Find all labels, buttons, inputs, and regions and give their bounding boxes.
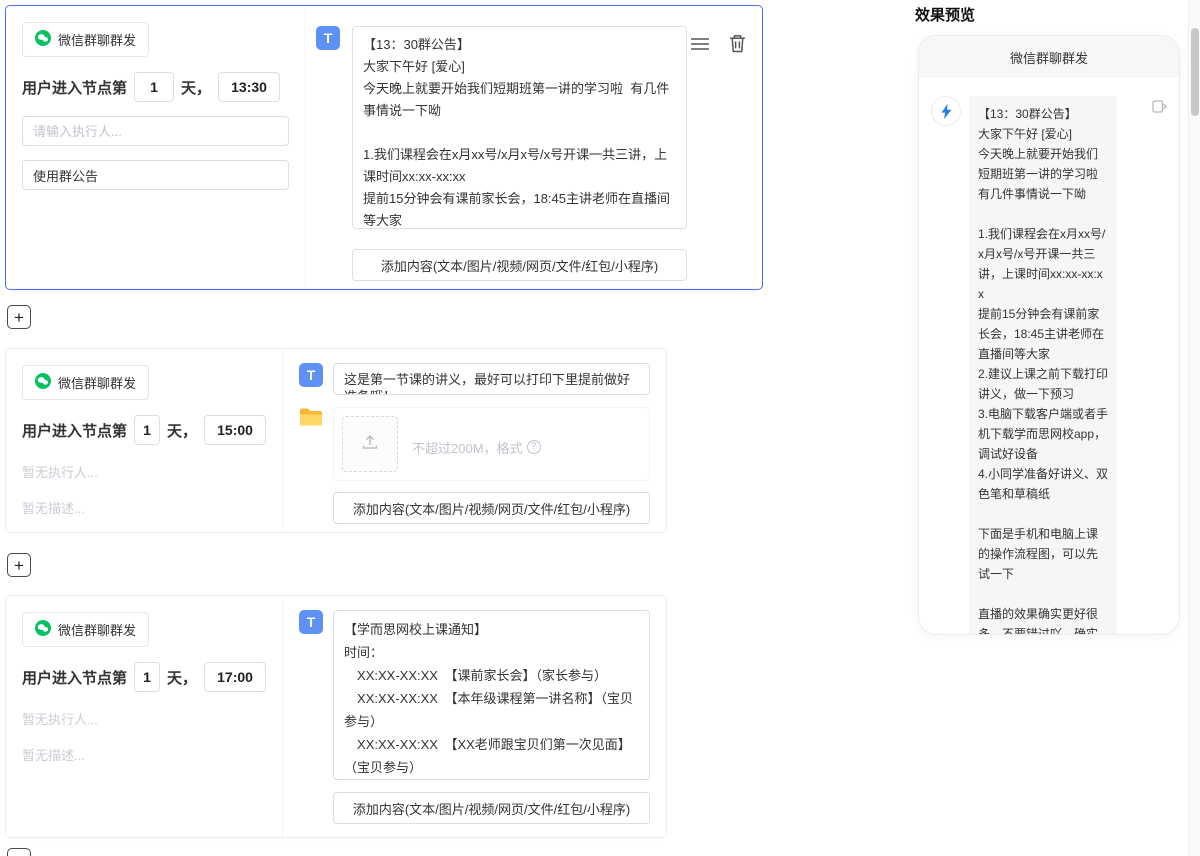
message-textarea[interactable]: 这是第一节课的讲义，最好可以打印下里提前做好准备哦！ [333,363,650,395]
add-content-button[interactable]: 添加内容(文本/图片/视频/网页/文件/红包/小程序) [333,492,650,524]
description-input[interactable] [22,160,289,190]
day-unit-label: 天， [167,420,197,441]
add-content-button[interactable]: 添加内容(文本/图片/视频/网页/文件/红包/小程序) [333,792,650,824]
folder-icon [299,407,323,433]
description-empty-text: 暂无描述... [22,498,266,517]
preview-message-bubble: 【13：30群公告】 大家下午好 [爱心] 今天晚上就要开始我们短期班第一讲的学… [969,96,1117,635]
channel-badge[interactable]: 微信群聊群发 [22,612,149,647]
brand-logo-icon [938,103,955,120]
wechat-icon [35,373,51,392]
text-block-icon: T [316,26,340,50]
channel-badge[interactable]: 微信群聊群发 [22,22,149,57]
text-block-icon: T [299,610,323,634]
insert-node-button[interactable]: + [7,553,31,577]
scrollbar-thumb[interactable] [1191,28,1199,116]
page-scrollbar[interactable] [1188,0,1200,856]
description-empty-text: 暂无描述... [22,745,266,764]
wechat-icon [35,30,51,49]
chat-area: 【13：30群公告】 大家下午好 [爱心] 今天晚上就要开始我们短期班第一讲的学… [919,78,1179,635]
drag-handle-icon[interactable] [691,37,709,51]
time-input[interactable] [218,72,280,102]
executor-empty-text: 暂无执行人... [22,709,266,728]
text-content-row: T 这是第一节课的讲义，最好可以打印下里提前做好准备哦！ [299,363,650,395]
phone-header-title: 微信群聊群发 [919,36,1179,78]
upload-hint: 不超过200M，格式 ? [412,422,541,472]
message-textarea[interactable]: 【学而思网校上课通知】 时间： XX:XX-XX:XX 【课前家长会】（家长参与… [333,610,650,780]
day-input[interactable] [134,662,160,692]
delete-card-icon[interactable] [729,34,746,53]
day-input[interactable] [134,415,160,445]
enter-node-label: 用户进入节点第 [22,420,127,441]
node-timing-row: 用户进入节点第 天， [22,415,266,445]
text-content-row: T 【学而思网校上课通知】 时间： XX:XX-XX:XX 【课前家长会】（家长… [299,610,650,780]
enter-node-label: 用户进入节点第 [22,667,127,688]
forward-icon[interactable] [1152,100,1167,113]
text-content-row: T 【13：30群公告】 大家下午好 [爱心] 今天晚上就要开始我们短期班第一讲… [316,26,746,229]
help-icon[interactable]: ? [527,440,541,454]
enter-node-label: 用户进入节点第 [22,77,127,98]
preview-title: 效果预览 [915,4,975,25]
day-input[interactable] [134,72,174,102]
insert-node-button[interactable]: + [7,305,31,329]
insert-node-button[interactable]: + [7,848,31,856]
sop-editor-page: 微信群聊群发 用户进入节点第 天， T 【13：30群公告】 大家下午好 [爱心… [0,0,1200,856]
channel-badge[interactable]: 微信群聊群发 [22,365,149,400]
phone-preview: 微信群聊群发 【13：30群公告】 大家下午好 [爱心] 今天晚上就要开始我们短… [918,35,1180,635]
node-timing-row: 用户进入节点第 天， [22,72,289,102]
time-input[interactable] [204,415,266,445]
add-content-row: 添加内容(文本/图片/视频/网页/文件/红包/小程序) [299,780,650,824]
avatar [931,96,961,126]
add-content-row: 添加内容(文本/图片/视频/网页/文件/红包/小程序) [316,229,746,281]
executor-empty-text: 暂无执行人... [22,462,266,481]
upload-area: 不超过200M，格式 ? [333,407,650,481]
add-content-row: 添加内容(文本/图片/视频/网页/文件/红包/小程序) [299,481,650,524]
channel-badge-label: 微信群聊群发 [58,620,136,639]
add-content-button[interactable]: 添加内容(文本/图片/视频/网页/文件/红包/小程序) [352,249,687,281]
card-content-pane: T 【13：30群公告】 大家下午好 [爱心] 今天晚上就要开始我们短期班第一讲… [306,6,762,289]
card-settings-pane: 微信群聊群发 用户进入节点第 天， [6,6,306,289]
time-input[interactable] [204,662,266,692]
sop-card-1700[interactable]: 微信群聊群发 用户进入节点第 天， 暂无执行人... 暂无描述... T 【学而… [5,595,667,838]
channel-badge-label: 微信群聊群发 [58,373,136,392]
card-settings-pane: 微信群聊群发 用户进入节点第 天， 暂无执行人... 暂无描述... [6,349,283,532]
upload-hint-text: 不超过200M，格式 [412,438,523,457]
day-unit-label: 天， [181,77,211,98]
sop-card-1330[interactable]: 微信群聊群发 用户进入节点第 天， T 【13：30群公告】 大家下午好 [爱心… [5,5,763,290]
workflow-column: 微信群聊群发 用户进入节点第 天， T 【13：30群公告】 大家下午好 [爱心… [5,5,775,856]
wechat-icon [35,620,51,639]
file-content-row: 不超过200M，格式 ? [299,407,650,481]
upload-icon [361,433,379,456]
card-settings-pane: 微信群聊群发 用户进入节点第 天， 暂无执行人... 暂无描述... [6,596,283,837]
card-actions [691,34,746,53]
card-content-pane: T 这是第一节课的讲义，最好可以打印下里提前做好准备哦！ [283,349,666,532]
message-textarea[interactable]: 【13：30群公告】 大家下午好 [爱心] 今天晚上就要开始我们短期班第一讲的学… [352,26,687,229]
channel-badge-label: 微信群聊群发 [58,30,136,49]
node-timing-row: 用户进入节点第 天， [22,662,266,692]
day-unit-label: 天， [167,667,197,688]
text-block-icon: T [299,363,323,387]
upload-dropzone[interactable] [342,416,398,472]
sop-card-1500[interactable]: 微信群聊群发 用户进入节点第 天， 暂无执行人... 暂无描述... T 这是第… [5,348,667,533]
card-content-pane: T 【学而思网校上课通知】 时间： XX:XX-XX:XX 【课前家长会】（家长… [283,596,666,837]
executor-input[interactable] [22,116,289,146]
